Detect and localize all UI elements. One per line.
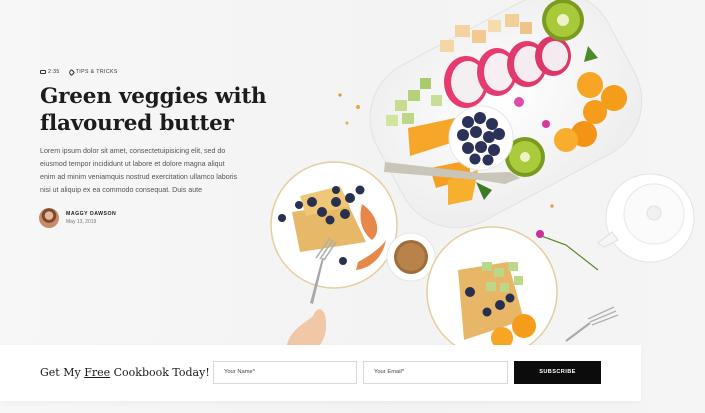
author-block: MAGGY DAWSON May 13, 2019 (39, 208, 116, 228)
post-title[interactable]: Green veggies with flavoured butter (40, 83, 270, 137)
duration-text: 2:35 (48, 69, 60, 75)
signup-label-post: Cookbook Today! (110, 366, 210, 379)
category[interactable]: TIPS & TRICKS (67, 68, 118, 76)
avatar (39, 208, 59, 228)
cookbook-signup: Get My Free Cookbook Today! Your Name* Y… (0, 345, 641, 401)
signup-label-pre: Get My (40, 366, 85, 379)
post-meta: 2:35 TIPS & TRICKS (40, 68, 118, 76)
free-link[interactable]: Free (84, 366, 110, 379)
email-field[interactable]: Your Email* (363, 361, 508, 384)
category-link[interactable]: TIPS & TRICKS (76, 69, 118, 75)
tag-icon (67, 68, 75, 76)
video-camera-icon (40, 70, 46, 74)
author-name[interactable]: MAGGY DAWSON (66, 211, 116, 217)
duration: 2:35 (40, 69, 60, 75)
signup-label: Get My Free Cookbook Today! (40, 366, 210, 379)
subscribe-button[interactable]: SUBSCRIBE (514, 361, 601, 384)
post-date: May 13, 2019 (66, 219, 97, 225)
name-field[interactable]: Your Name* (213, 361, 357, 384)
post-excerpt: Lorem ipsum dolor sit amet, consectetuip… (40, 147, 238, 194)
